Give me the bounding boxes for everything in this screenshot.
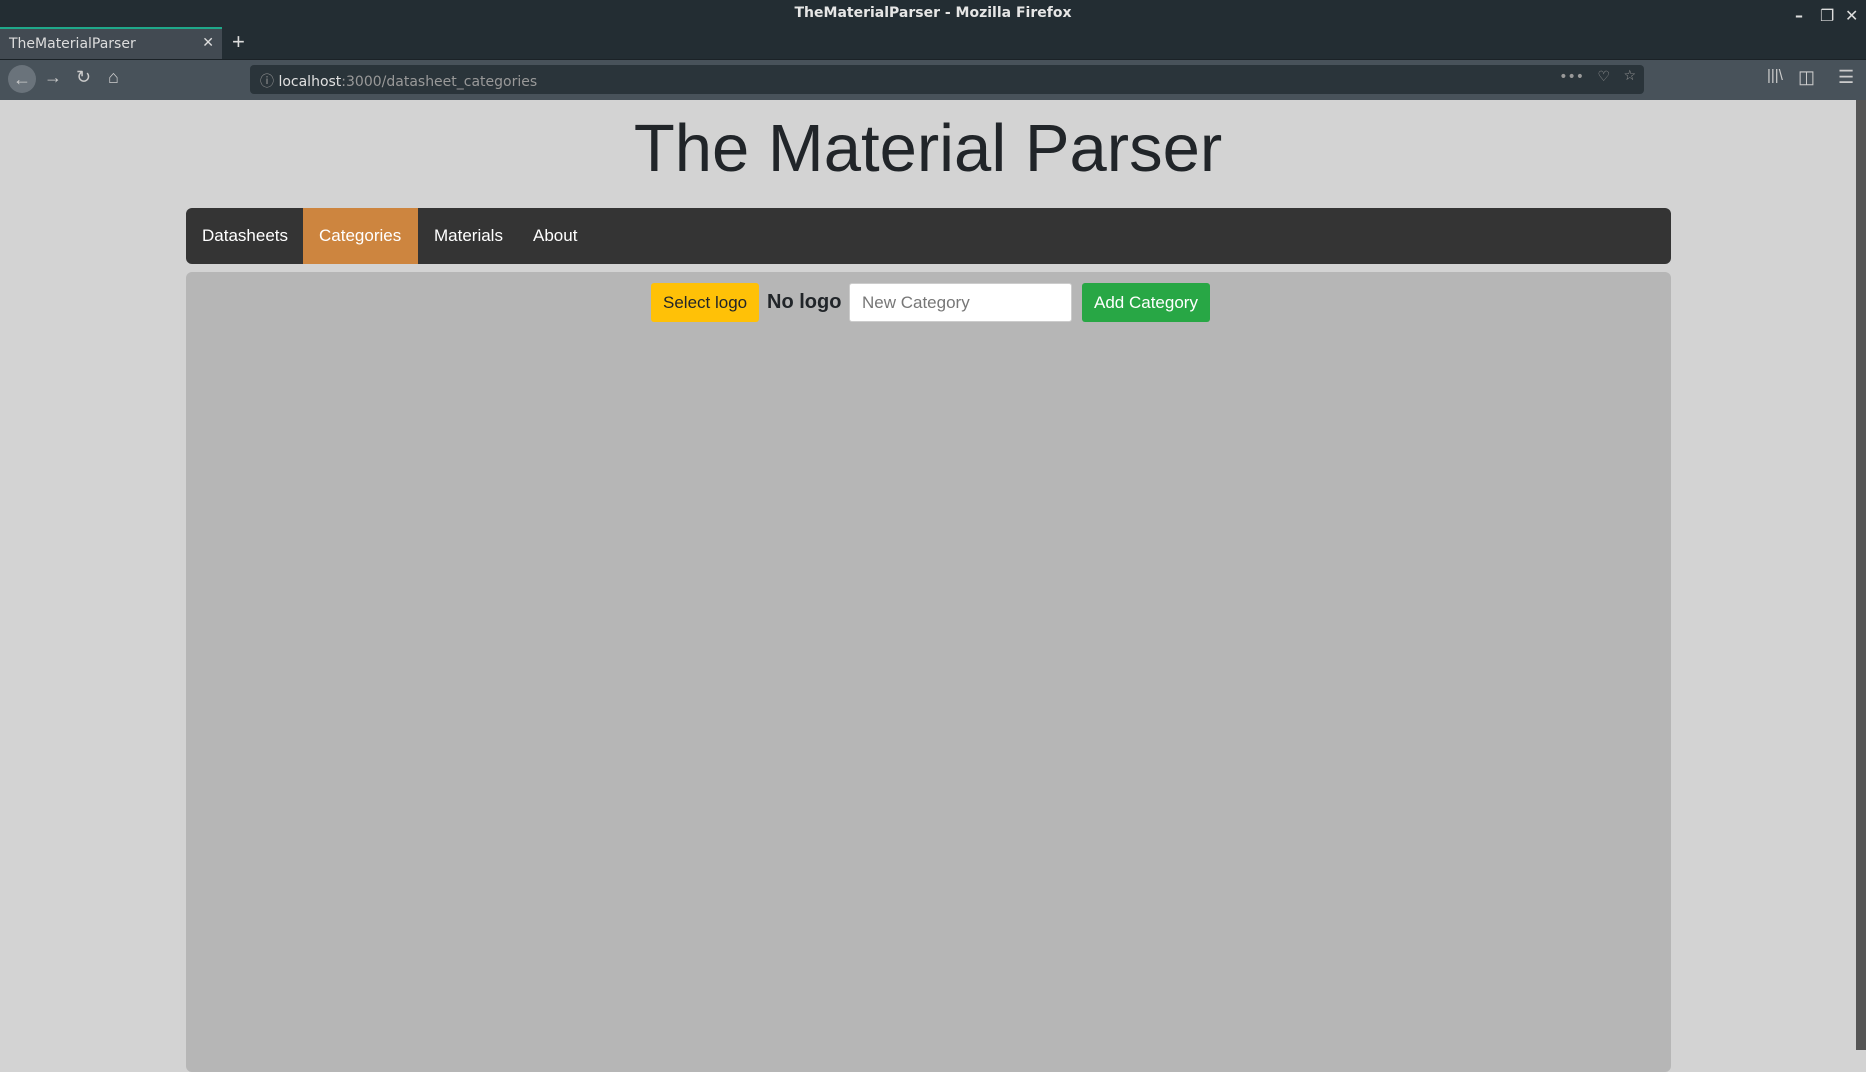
browser-toolbar: ← → ↻ ⌂ ⓘ localhost:3000/datasheet_categ… (0, 59, 1866, 100)
menu-icon[interactable]: ☰ (1838, 67, 1854, 88)
nav-materials[interactable]: Materials (418, 208, 519, 264)
scrollbar[interactable] (1856, 100, 1866, 1050)
nav-categories[interactable]: Categories (303, 208, 418, 264)
new-category-input[interactable] (849, 283, 1072, 322)
browser-tab[interactable]: TheMaterialParser ✕ (0, 27, 222, 59)
home-icon[interactable]: ⌂ (108, 67, 119, 88)
main-nav: Datasheets Categories Materials About (186, 208, 1671, 264)
restore-icon[interactable]: ❐ (1820, 3, 1834, 29)
categories-panel: Select logo No logo Add Category (186, 272, 1671, 1072)
back-icon[interactable]: ← (8, 65, 36, 93)
more-icon[interactable]: ••• (1559, 69, 1584, 85)
pocket-icon[interactable]: ♡ (1597, 69, 1610, 85)
page-content: The Material Parser Datasheets Categorie… (0, 100, 1856, 1072)
window-title: TheMaterialParser - Mozilla Firefox (794, 5, 1072, 21)
sidebar-icon[interactable]: ◫ (1798, 67, 1815, 88)
bookmark-star-icon[interactable]: ☆ (1623, 68, 1636, 84)
url-path: :3000/datasheet_categories (341, 74, 538, 90)
url-host: localhost (278, 74, 342, 90)
add-category-button[interactable]: Add Category (1082, 283, 1210, 322)
window-titlebar: TheMaterialParser - Mozilla Firefox – ❐ … (0, 0, 1866, 27)
page-title: The Material Parser (633, 111, 1223, 186)
tab-bar: TheMaterialParser ✕ + (0, 27, 1866, 59)
nav-about[interactable]: About (517, 208, 593, 264)
library-icon[interactable]: |||\ (1767, 67, 1783, 84)
logo-status: No logo (767, 291, 842, 313)
select-logo-button[interactable]: Select logo (651, 283, 760, 322)
url-bar[interactable]: ⓘ localhost:3000/datasheet_categories ••… (250, 65, 1644, 94)
tab-title: TheMaterialParser (9, 36, 136, 52)
new-tab-icon[interactable]: + (232, 29, 245, 55)
nav-datasheets[interactable]: Datasheets (186, 208, 304, 264)
info-icon: ⓘ (260, 74, 279, 90)
close-window-icon[interactable]: ✕ (1845, 3, 1858, 29)
reload-icon[interactable]: ↻ (76, 67, 91, 88)
forward-icon[interactable]: → (44, 67, 62, 88)
close-tab-icon[interactable]: ✕ (202, 35, 214, 51)
minimize-icon[interactable]: – (1795, 3, 1803, 29)
